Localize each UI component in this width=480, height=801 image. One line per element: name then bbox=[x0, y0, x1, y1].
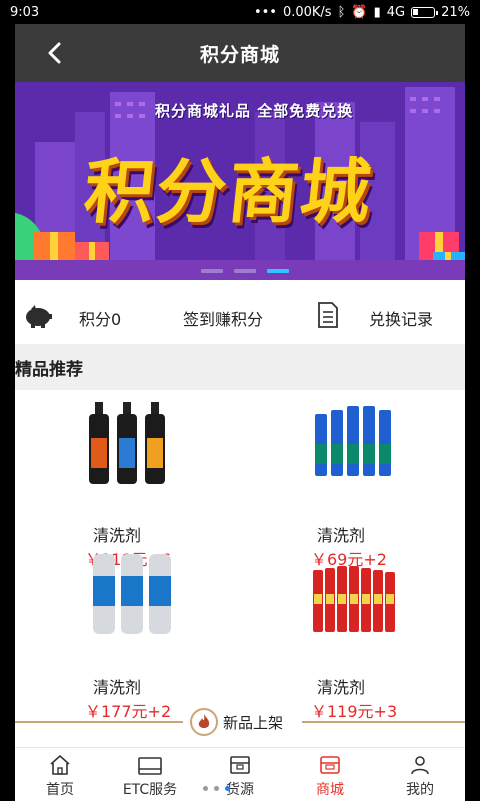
signal-icon: ▮ bbox=[373, 4, 381, 20]
user-icon bbox=[411, 756, 429, 775]
section-title: 精品推荐 bbox=[15, 359, 83, 380]
nav-shop[interactable]: 商城 bbox=[285, 748, 375, 801]
product-card[interactable]: 清洗剂 ￥118元+6 bbox=[85, 402, 285, 569]
page-indicator bbox=[203, 786, 230, 791]
product-name: 清洗剂 bbox=[317, 526, 366, 545]
home-icon bbox=[50, 755, 70, 775]
cargo-icon bbox=[230, 756, 250, 774]
product-image bbox=[93, 554, 171, 634]
product-name: 清洗剂 bbox=[93, 678, 142, 697]
product-image bbox=[89, 402, 165, 484]
card-icon bbox=[138, 757, 162, 775]
bottom-nav: 首页 ETC服务 货源 商城 我的 bbox=[15, 747, 465, 801]
status-time: 9:03 bbox=[10, 4, 40, 20]
network-type: 4G bbox=[386, 4, 406, 20]
nav-label: 首页 bbox=[46, 782, 74, 798]
page-title: 积分商城 bbox=[199, 43, 280, 66]
exchange-record-button[interactable]: 兑换记录 bbox=[369, 306, 433, 330]
product-image bbox=[315, 406, 391, 476]
battery-percent: 21% bbox=[441, 4, 470, 20]
alarm-icon: ⏰ bbox=[351, 4, 368, 20]
section-header: 精品推荐 bbox=[15, 344, 465, 390]
nav-etc-service[interactable]: ETC服务 bbox=[105, 748, 195, 801]
divider-line-left bbox=[15, 721, 183, 723]
piggy-bank-icon bbox=[26, 305, 52, 328]
points-bar: 积分0 签到赚积分 兑换记录 bbox=[15, 280, 465, 346]
bluetooth-icon: ᛒ bbox=[337, 4, 346, 20]
nav-label: ETC服务 bbox=[122, 782, 178, 798]
new-arrivals-divider: 新品上架 bbox=[15, 704, 465, 740]
banner-dot[interactable] bbox=[234, 269, 256, 273]
nav-label: 货源 bbox=[226, 782, 254, 798]
page-dot bbox=[203, 786, 208, 791]
nav-home[interactable]: 首页 bbox=[15, 748, 105, 801]
banner-dot-active[interactable] bbox=[267, 269, 289, 273]
back-arrow-icon[interactable] bbox=[43, 40, 69, 66]
banner-subtitle: 积分商城礼品 全部免费兑换 bbox=[155, 102, 354, 120]
divider-line-right bbox=[302, 721, 465, 723]
points-balance: 积分0 bbox=[79, 310, 122, 329]
status-dots: ••• bbox=[253, 4, 277, 20]
status-icons: ••• 0.00K/s ᛒ ⏰ ▮ 4G 21% bbox=[254, 5, 470, 20]
shop-icon bbox=[320, 756, 340, 774]
battery-icon bbox=[411, 6, 439, 18]
nav-label: 我的 bbox=[406, 782, 434, 798]
status-bar: 9:03 ••• 0.00K/s ᛒ ⏰ ▮ 4G 21% bbox=[0, 0, 480, 24]
header-bar: 积分商城 bbox=[15, 24, 465, 82]
product-image bbox=[313, 566, 395, 632]
nav-mine[interactable]: 我的 bbox=[375, 748, 465, 801]
new-arrivals-label: 新品上架 bbox=[223, 714, 284, 732]
product-name: 清洗剂 bbox=[317, 678, 366, 697]
banner-dot[interactable] bbox=[201, 269, 223, 273]
product-card[interactable]: 清洗剂 ￥177元+2 bbox=[85, 554, 285, 721]
network-speed: 0.00K/s bbox=[282, 4, 332, 20]
flame-icon bbox=[190, 708, 218, 736]
product-card[interactable]: 清洗剂 ￥119元+3 bbox=[311, 564, 465, 721]
promo-banner[interactable]: 积分商城礼品 全部免费兑换 积分商城 bbox=[15, 82, 465, 280]
banner-headline: 积分商城 bbox=[80, 151, 377, 233]
page-dot-active bbox=[225, 786, 230, 791]
banner-pagination bbox=[201, 269, 289, 273]
nav-label: 商城 bbox=[316, 782, 344, 798]
page-dot bbox=[214, 786, 219, 791]
nav-cargo[interactable]: 货源 bbox=[195, 748, 285, 801]
signin-earn-points-button[interactable]: 签到赚积分 bbox=[183, 306, 263, 330]
product-name: 清洗剂 bbox=[93, 526, 142, 545]
app-screen: 积分商城 积分商城礼品 全部免费兑换 积分商城 积分0 签到赚积分 兑换记录 精… bbox=[15, 24, 465, 801]
document-icon[interactable] bbox=[317, 302, 339, 328]
product-card[interactable]: 清洗剂 ￥69元+2 bbox=[311, 404, 465, 569]
